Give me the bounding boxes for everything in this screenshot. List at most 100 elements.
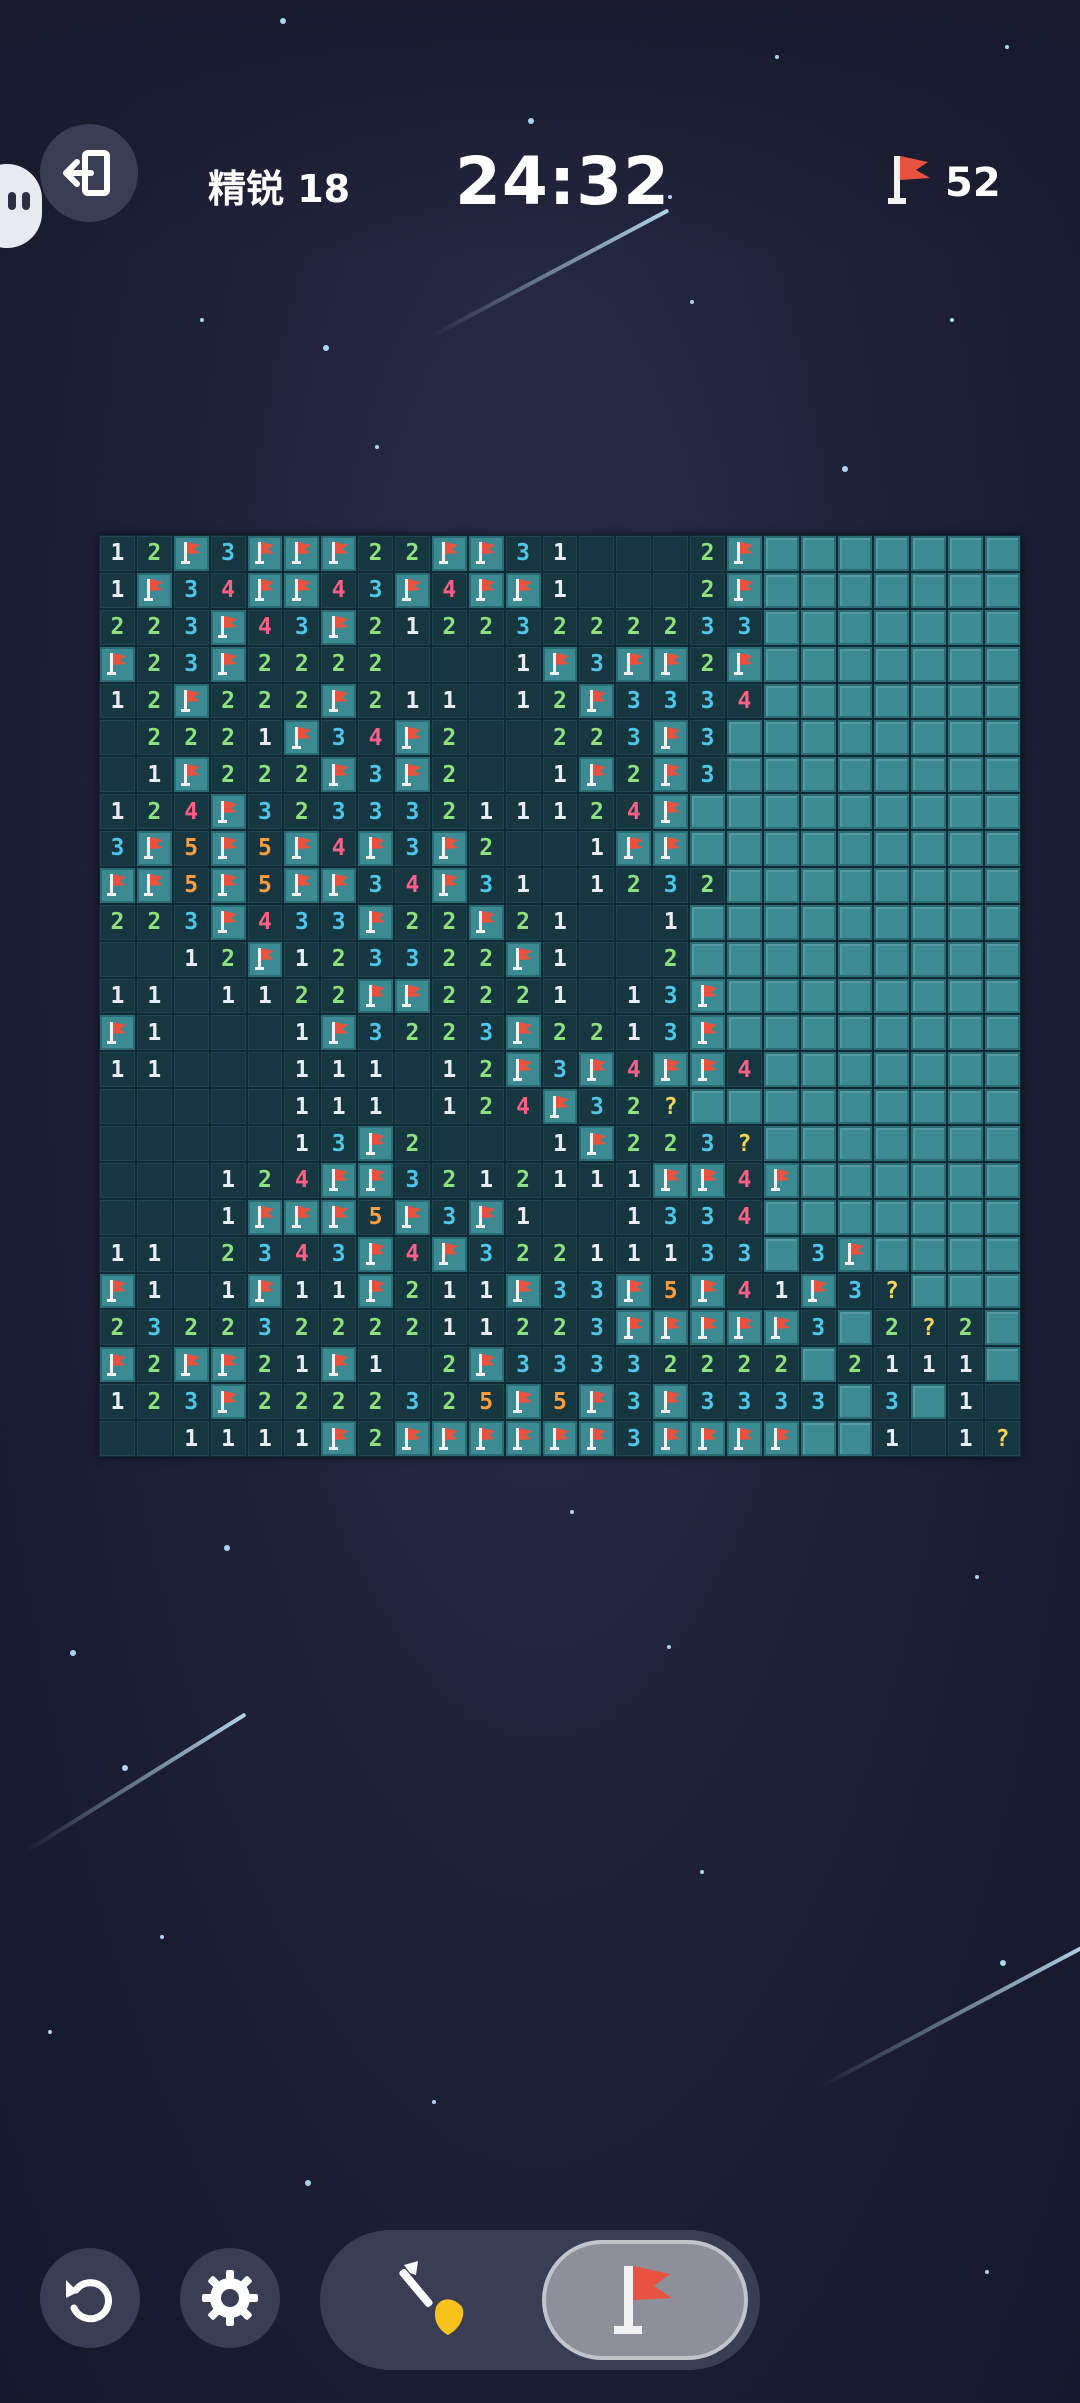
unrevealed-cell[interactable] (911, 1199, 947, 1235)
number-cell[interactable]: 1 (284, 1273, 320, 1309)
number-cell[interactable]: 1 (505, 646, 541, 682)
number-cell[interactable]: 1 (210, 1199, 246, 1235)
empty-cell[interactable] (468, 757, 504, 793)
unrevealed-cell[interactable] (911, 867, 947, 903)
number-cell[interactable]: 2 (136, 794, 172, 830)
number-cell[interactable]: 5 (653, 1273, 689, 1309)
unrevealed-cell[interactable] (837, 757, 873, 793)
number-cell[interactable]: 3 (358, 757, 394, 793)
unrevealed-cell[interactable] (837, 831, 873, 866)
number-cell[interactable]: 4 (616, 1052, 652, 1088)
number-cell[interactable]: 2 (136, 904, 172, 940)
number-cell[interactable]: 3 (173, 609, 209, 645)
number-cell[interactable]: 4 (284, 1162, 320, 1198)
empty-cell[interactable] (579, 536, 615, 571)
flagged-cell[interactable] (358, 978, 394, 1014)
flagged-cell[interactable] (726, 646, 762, 682)
number-cell[interactable]: 3 (579, 646, 615, 682)
number-cell[interactable]: 2 (358, 1421, 394, 1456)
number-cell[interactable]: 1 (468, 1273, 504, 1309)
flagged-cell[interactable] (468, 572, 504, 608)
unrevealed-cell[interactable] (948, 757, 984, 793)
number-cell[interactable]: 1 (321, 1273, 357, 1309)
unrevealed-cell[interactable] (800, 1347, 836, 1383)
unrevealed-cell[interactable] (874, 941, 910, 977)
flagged-cell[interactable] (653, 646, 689, 682)
number-cell[interactable]: 3 (726, 1236, 762, 1272)
flagged-cell[interactable] (837, 1236, 873, 1272)
unrevealed-cell[interactable] (837, 1162, 873, 1198)
number-cell[interactable]: 2 (173, 720, 209, 756)
flagged-cell[interactable] (468, 904, 504, 940)
flagged-cell[interactable] (653, 1162, 689, 1198)
number-cell[interactable]: 3 (726, 1384, 762, 1420)
flagged-cell[interactable] (800, 1273, 836, 1309)
unrevealed-cell[interactable] (911, 1089, 947, 1125)
number-cell[interactable]: 2 (395, 904, 430, 940)
flagged-cell[interactable] (653, 720, 689, 756)
number-cell[interactable]: 2 (542, 609, 578, 645)
number-cell[interactable]: 2 (210, 941, 246, 977)
empty-cell[interactable] (173, 1126, 209, 1161)
number-cell[interactable]: 1 (284, 1126, 320, 1161)
number-cell[interactable]: 1 (358, 1052, 394, 1088)
flagged-cell[interactable] (173, 683, 209, 719)
flagged-cell[interactable] (542, 1089, 578, 1125)
number-cell[interactable]: 2 (100, 904, 135, 940)
unrevealed-cell[interactable] (763, 867, 799, 903)
unrevealed-cell[interactable] (948, 1236, 984, 1272)
empty-cell[interactable] (210, 1089, 246, 1125)
empty-cell[interactable] (136, 1126, 172, 1161)
number-cell[interactable]: 2 (468, 1052, 504, 1088)
empty-cell[interactable] (173, 1052, 209, 1088)
number-cell[interactable]: 3 (358, 867, 394, 903)
flagged-cell[interactable] (247, 941, 283, 977)
number-cell[interactable]: 2 (247, 646, 283, 682)
number-cell[interactable]: 1 (284, 1052, 320, 1088)
number-cell[interactable]: 3 (395, 831, 430, 866)
number-cell[interactable]: 4 (726, 1199, 762, 1235)
empty-cell[interactable] (985, 1384, 1020, 1420)
unrevealed-cell[interactable] (763, 904, 799, 940)
number-cell[interactable]: 3 (579, 1089, 615, 1125)
unrevealed-cell[interactable] (985, 720, 1020, 756)
number-cell[interactable]: 2 (136, 536, 172, 571)
question-cell[interactable]: ? (653, 1089, 689, 1125)
number-cell[interactable]: 3 (837, 1273, 873, 1309)
unrevealed-cell[interactable] (800, 757, 836, 793)
number-cell[interactable]: 2 (358, 1384, 394, 1420)
empty-cell[interactable] (579, 572, 615, 608)
unrevealed-cell[interactable] (763, 683, 799, 719)
number-cell[interactable]: 2 (284, 683, 320, 719)
flagged-cell[interactable] (136, 867, 172, 903)
flagged-cell[interactable] (284, 1199, 320, 1235)
number-cell[interactable]: 3 (431, 1199, 467, 1235)
unrevealed-cell[interactable] (726, 831, 762, 866)
flagged-cell[interactable] (431, 867, 467, 903)
unrevealed-cell[interactable] (800, 1421, 836, 1456)
flagged-cell[interactable] (468, 1421, 504, 1456)
empty-cell[interactable] (100, 1126, 135, 1161)
number-cell[interactable]: 1 (321, 1052, 357, 1088)
empty-cell[interactable] (579, 904, 615, 940)
number-cell[interactable]: 5 (358, 1199, 394, 1235)
number-cell[interactable]: 5 (247, 831, 283, 866)
number-cell[interactable]: 3 (136, 1310, 172, 1346)
number-cell[interactable]: 4 (726, 1162, 762, 1198)
unrevealed-cell[interactable] (837, 683, 873, 719)
number-cell[interactable]: 3 (358, 941, 394, 977)
unrevealed-cell[interactable] (911, 609, 947, 645)
flagged-cell[interactable] (690, 1310, 725, 1346)
unrevealed-cell[interactable] (911, 1162, 947, 1198)
number-cell[interactable]: 3 (579, 1273, 615, 1309)
number-cell[interactable]: 1 (284, 941, 320, 977)
unrevealed-cell[interactable] (726, 941, 762, 977)
empty-cell[interactable] (136, 1421, 172, 1456)
unrevealed-cell[interactable] (874, 757, 910, 793)
unrevealed-cell[interactable] (911, 904, 947, 940)
empty-cell[interactable] (247, 1089, 283, 1125)
number-cell[interactable]: 3 (358, 794, 394, 830)
unrevealed-cell[interactable] (985, 536, 1020, 571)
flagged-cell[interactable] (395, 1421, 430, 1456)
flagged-cell[interactable] (358, 1126, 394, 1161)
